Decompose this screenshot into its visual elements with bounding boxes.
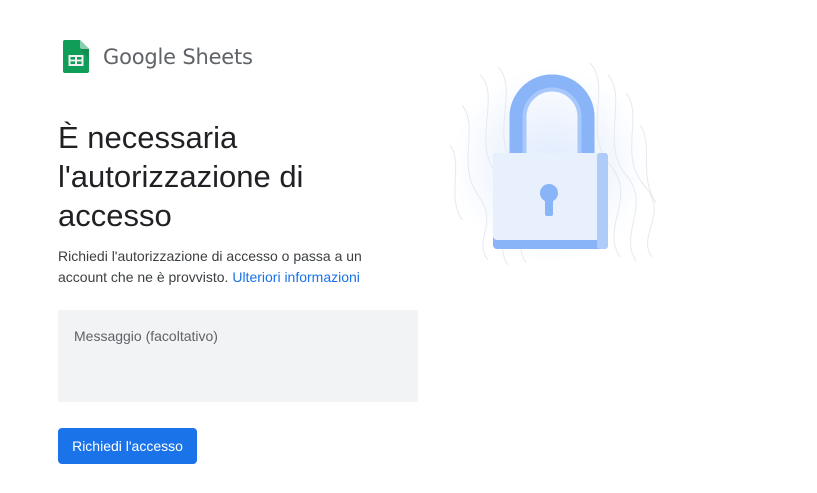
message-field[interactable]	[58, 310, 418, 402]
app-logo: Google Sheets	[63, 40, 253, 74]
google-sheets-icon	[63, 40, 89, 73]
learn-more-link[interactable]: Ulteriori informazioni	[232, 269, 360, 285]
request-access-button[interactable]: Richiedi l'accesso	[58, 428, 197, 464]
padlock-icon	[449, 62, 657, 266]
page-title: È necessaria l'autorizzazione di accesso	[58, 120, 304, 233]
access-request-page: Google Sheets È necessaria l'autorizzazi…	[0, 0, 817, 493]
description-text: Richiedi l'autorizzazione di accesso o p…	[58, 246, 403, 288]
app-name: Google Sheets	[103, 45, 253, 69]
